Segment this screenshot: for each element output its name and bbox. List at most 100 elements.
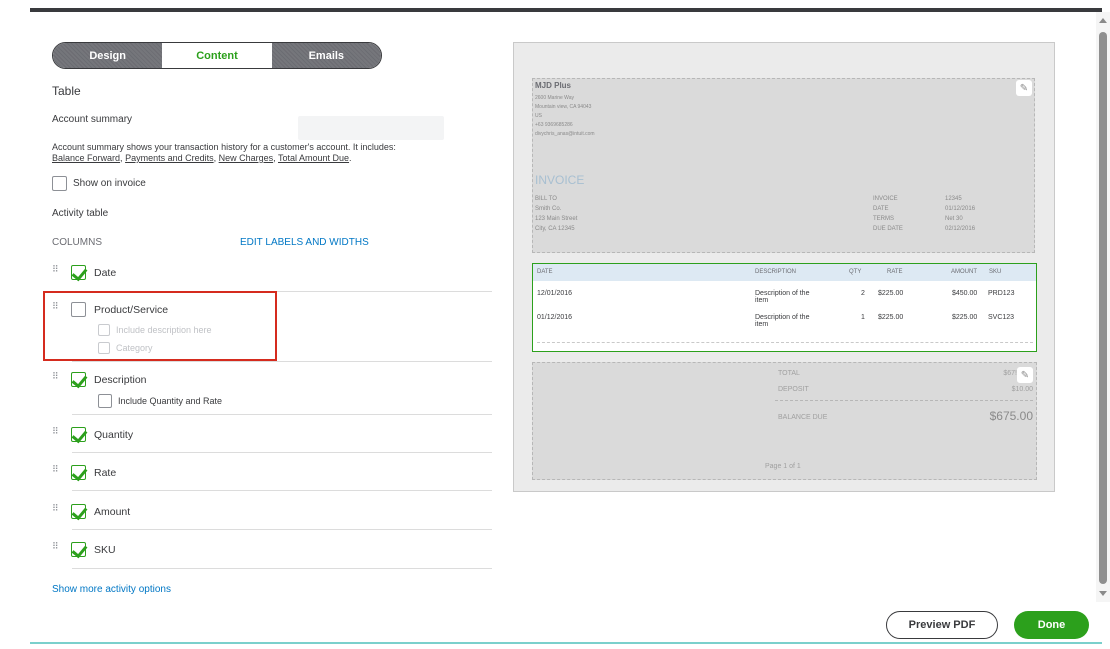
description-checkbox[interactable] [71, 372, 86, 387]
preview-table-row: 01/12/2016 Description of the item 1 $225… [533, 312, 1036, 336]
link-total-amount-due[interactable]: Total Amount Due [278, 153, 349, 163]
rate-checkbox[interactable] [71, 465, 86, 480]
column-row-rate: ⠿ Rate [52, 465, 492, 480]
total-label: TOTAL [778, 370, 800, 377]
preview-table-header: DATE DESCRIPTION QTY RATE AMOUNT SKU [533, 264, 1036, 281]
vertical-scrollbar[interactable] [1096, 12, 1110, 602]
meta-value: Net 30 [945, 216, 963, 222]
row-amount: $225.00 [952, 314, 978, 321]
scroll-down-icon[interactable] [1099, 591, 1107, 596]
drag-handle-icon[interactable]: ⠿ [52, 265, 63, 278]
header-description: DESCRIPTION [755, 269, 797, 275]
link-balance-forward[interactable]: Balance Forward [52, 153, 120, 163]
scroll-up-icon[interactable] [1099, 18, 1107, 23]
bill-to-line: City, CA 12345 [535, 226, 575, 232]
header-sku: SKU [989, 269, 1002, 275]
column-row-amount: ⠿ Amount [52, 504, 492, 519]
include-qty-rate-label: Include Quantity and Rate [118, 396, 223, 406]
drag-handle-icon[interactable]: ⠿ [52, 465, 63, 478]
column-label: Date [94, 266, 117, 279]
show-on-invoice-row: Show on invoice [52, 176, 146, 191]
include-qty-rate-row: Include Quantity and Rate [98, 394, 222, 408]
column-label: SKU [94, 543, 116, 556]
invoice-preview: MJD Plus 2600 Marine Way Mountain view, … [513, 42, 1055, 492]
total-value: $67! [1003, 370, 1017, 377]
tab-content[interactable]: Content [162, 43, 272, 68]
page-indicator: Page 1 of 1 [765, 463, 801, 470]
column-row-description: ⠿ Description [52, 372, 492, 387]
activity-table-heading: Activity table [52, 208, 109, 219]
preview-activity-table[interactable]: DATE DESCRIPTION QTY RATE AMOUNT SKU 12/… [532, 263, 1037, 352]
include-qty-rate-checkbox[interactable] [98, 394, 112, 408]
row-desc-line: Description of the [755, 314, 810, 321]
column-row-sku: ⠿ SKU [52, 542, 492, 557]
section-title: Table [52, 84, 81, 98]
row-qty: 2 [861, 290, 865, 297]
show-on-invoice-checkbox[interactable] [52, 176, 67, 191]
divider [72, 529, 492, 530]
done-button[interactable]: Done [1014, 611, 1089, 639]
meta-label: INVOICE [873, 196, 898, 202]
date-checkbox[interactable] [71, 265, 86, 280]
show-on-invoice-label: Show on invoice [73, 178, 146, 189]
meta-value: 01/12/2016 [945, 206, 976, 212]
table-dashed-line [537, 342, 1033, 343]
address-line: +63 9369685286 [535, 122, 573, 128]
meta-value: 12345 [945, 196, 962, 202]
tab-design[interactable]: Design [53, 43, 163, 68]
header-rate: RATE [887, 269, 903, 275]
link-new-charges[interactable]: New Charges [219, 153, 274, 163]
column-row-date: ⠿ Date [52, 265, 492, 280]
row-rate: $225.00 [878, 314, 904, 321]
link-payments-credits[interactable]: Payments and Credits [125, 153, 214, 163]
row-desc-line: Description of the [755, 290, 810, 297]
column-label: Rate [94, 466, 117, 479]
columns-label: COLUMNS [52, 237, 103, 248]
row-description: Description of the item [755, 314, 809, 328]
divider [72, 452, 492, 453]
header-qty: QTY [849, 269, 862, 275]
pencil-icon[interactable]: ✎ [1017, 367, 1033, 383]
drag-handle-icon[interactable]: ⠿ [52, 372, 63, 385]
row-sku: SVC123 [988, 314, 1015, 321]
row-amount: $450.00 [952, 290, 978, 297]
sku-checkbox[interactable] [71, 542, 86, 557]
column-label: Description [94, 373, 147, 386]
row-qty: 1 [861, 314, 865, 321]
ghost-tooltip [298, 116, 444, 140]
balance-due-value: $675.00 [989, 409, 1033, 423]
scroll-thumb[interactable] [1099, 32, 1107, 584]
bill-to-block: BILL TO Smith Co. 123 Main Street City, … [535, 194, 577, 234]
footer-dashed-line [775, 400, 1033, 401]
preview-table-row: 12/01/2016 Description of the item 2 $225… [533, 288, 1036, 312]
balance-due-label: BALANCE DUE [778, 414, 828, 421]
row-description: Description of the item [755, 290, 809, 304]
invoice-meta-values: 12345 01/12/2016 Net 30 02/12/2016 [945, 194, 975, 234]
drag-handle-icon[interactable]: ⠿ [52, 542, 63, 555]
tab-emails[interactable]: Emails [271, 43, 381, 68]
show-more-activity-link[interactable]: Show more activity options [52, 584, 171, 595]
invoice-meta-labels: INVOICE DATE TERMS DUE DATE [873, 194, 903, 234]
edit-labels-link[interactable]: EDIT LABELS AND WIDTHS [240, 237, 369, 248]
preview-pdf-button[interactable]: Preview PDF [886, 611, 998, 639]
divider [72, 414, 492, 415]
meta-label: DATE [873, 206, 889, 212]
quantity-checkbox[interactable] [71, 427, 86, 442]
column-label: Quantity [94, 428, 134, 441]
drag-handle-icon[interactable]: ⠿ [52, 504, 63, 517]
footer-accent-line [30, 642, 1102, 644]
preview-footer-block[interactable]: TOTAL $67! ✎ DEPOSIT $10.00 BALANCE DUE … [532, 362, 1037, 480]
address-line: Mountain view, CA 94043 [535, 104, 592, 110]
meta-value: 02/12/2016 [945, 226, 976, 232]
header-amount: AMOUNT [951, 269, 977, 275]
tab-group: Design Content Emails [52, 42, 382, 69]
pencil-icon[interactable]: ✎ [1016, 80, 1032, 96]
account-summary-heading: Account summary [52, 114, 133, 125]
highlight-box [43, 291, 277, 361]
deposit-label: DEPOSIT [778, 386, 809, 393]
preview-header-block[interactable]: MJD Plus 2600 Marine Way Mountain view, … [532, 78, 1035, 253]
row-desc-line: item [755, 297, 769, 304]
amount-checkbox[interactable] [71, 504, 86, 519]
drag-handle-icon[interactable]: ⠿ [52, 427, 63, 440]
meta-label: TERMS [873, 216, 894, 222]
